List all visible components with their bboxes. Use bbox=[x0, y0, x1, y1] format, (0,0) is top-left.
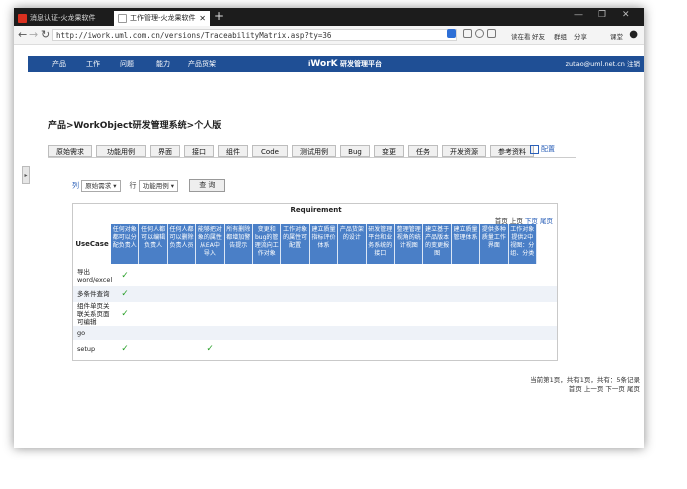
requirement-column-header[interactable]: 提供多种质量工作界面 bbox=[480, 224, 509, 264]
cloud-icon[interactable] bbox=[475, 29, 484, 38]
side-expand-handle[interactable]: ▸ bbox=[22, 166, 30, 184]
requirement-column-header[interactable]: 工作对象的属性可配置 bbox=[281, 224, 310, 264]
usecase-label[interactable]: 多条件查询 bbox=[77, 290, 113, 298]
column-select[interactable]: 原始需求 ▾ bbox=[81, 179, 121, 192]
trace-check-icon[interactable]: ✓ bbox=[121, 309, 129, 319]
toolbar-link[interactable]: 课堂 bbox=[610, 31, 623, 41]
close-tab-icon[interactable]: ✕ bbox=[199, 11, 206, 26]
object-tabs: 原始需求 功能用例 界面 接口 组件 Code 测试用例 Bug 变更 任务 开… bbox=[48, 145, 576, 158]
toolbar-link[interactable]: 读在看 bbox=[511, 31, 531, 41]
new-tab-icon[interactable]: + bbox=[214, 9, 224, 23]
menu-item[interactable]: 工作 bbox=[86, 56, 100, 72]
trace-check-icon[interactable]: ✓ bbox=[121, 289, 129, 299]
table-row: go bbox=[73, 326, 557, 340]
row-label: 行 bbox=[129, 181, 137, 190]
close-window-icon[interactable]: ✕ bbox=[622, 10, 630, 20]
edit-icon bbox=[530, 144, 539, 154]
tab-object-type[interactable]: 界面 bbox=[150, 145, 180, 157]
requirement-column-header[interactable]: 建立质量指标评价体系 bbox=[309, 224, 339, 264]
tab-title: 工作管理-火龙果软件 bbox=[130, 14, 196, 22]
usecase-label[interactable]: 组件单页关联关系页面可编辑 bbox=[77, 302, 113, 326]
back-icon[interactable]: ← bbox=[18, 28, 27, 41]
matrix-title: Requirement bbox=[290, 206, 342, 214]
tab-strip: 消息认证-火龙果软件 工作管理-火龙果软件 ✕ + — ❐ ✕ bbox=[14, 8, 644, 26]
config-link[interactable]: 配置 bbox=[530, 144, 555, 154]
download-icon[interactable] bbox=[487, 29, 496, 38]
trace-check-icon[interactable]: ✓ bbox=[121, 271, 129, 281]
filter-row: 列 原始需求 ▾ 行 功能用例 ▾ 查 询 bbox=[72, 179, 226, 192]
requirement-column-header[interactable]: 任何人都可以删除负责人员 bbox=[167, 224, 197, 264]
requirement-column-header[interactable]: 研发管理平台和业务系统的接口 bbox=[366, 224, 395, 264]
traceability-matrix: Requirement 首页 上页 下页 尾页 UseCase 任何对象都可以分… bbox=[72, 203, 558, 361]
tab-object-type[interactable]: 原始需求 bbox=[48, 145, 92, 157]
brand-suffix: 研发管理平台 bbox=[340, 60, 383, 68]
requirement-column-header[interactable]: 建立质量管理体系 bbox=[451, 224, 481, 264]
tab-object-type[interactable]: 任务 bbox=[408, 145, 438, 157]
pin-icon[interactable] bbox=[463, 29, 472, 38]
forward-icon[interactable]: → bbox=[29, 28, 38, 41]
toolbar-link[interactable]: 分享 bbox=[574, 31, 587, 41]
usecase-label[interactable]: setup bbox=[77, 345, 113, 353]
menu-item[interactable]: 产品货架 bbox=[188, 56, 216, 72]
requirement-column-header[interactable]: 产品货架的设计 bbox=[338, 224, 367, 264]
pager-last[interactable]: 尾页 bbox=[540, 217, 553, 225]
usecase-header: UseCase bbox=[75, 240, 109, 248]
table-row: 组件单页关联关系页面可编辑 ✓ bbox=[73, 302, 557, 326]
record-summary: 当前第1页，共有1页，共有：5条记录 bbox=[530, 376, 640, 384]
menu-item[interactable]: 产品 bbox=[52, 56, 66, 72]
requirement-column-header[interactable]: 任何对象都可以分配负责人 bbox=[111, 224, 140, 264]
restore-icon[interactable]: ❐ bbox=[598, 10, 606, 20]
toolbar-link[interactable]: 好友 bbox=[532, 31, 545, 41]
tab-object-type[interactable]: 变更 bbox=[374, 145, 404, 157]
tab-object-type[interactable]: Code bbox=[252, 145, 288, 157]
menu-item[interactable]: 能力 bbox=[156, 56, 170, 72]
tab-object-type[interactable]: 开发资源 bbox=[442, 145, 486, 157]
user-icon[interactable]: ● bbox=[629, 29, 638, 40]
requirement-column-header[interactable]: 建立基于产品版本的变更报图 bbox=[423, 224, 452, 264]
tab-title: 消息认证-火龙果软件 bbox=[30, 14, 96, 22]
reload-icon[interactable]: ↻ bbox=[41, 28, 50, 41]
browser-window: 消息认证-火龙果软件 工作管理-火龙果软件 ✕ + — ❐ ✕ ← → ↻ ht… bbox=[14, 8, 644, 448]
row-select[interactable]: 功能用例 ▾ bbox=[138, 179, 179, 192]
minimize-icon[interactable]: — bbox=[574, 10, 583, 20]
brand-mark: WorK bbox=[310, 59, 338, 69]
requirement-column-header[interactable]: 任何人都可以编辑负责人 bbox=[139, 224, 168, 264]
url-input[interactable]: http://iwork.uml.com.cn/versions/Traceab… bbox=[52, 29, 457, 41]
requirement-column-header[interactable]: 能够把对象的属性从EA中导入 bbox=[196, 224, 225, 264]
usecase-label[interactable]: 导出word/excel bbox=[77, 268, 113, 284]
site-favicon-icon bbox=[18, 14, 27, 23]
requirement-column-header[interactable]: 变更和bug的管理流向工作对象 bbox=[253, 224, 282, 264]
breadcrumb: 产品>WorkObject研发管理系统>个人版 bbox=[48, 121, 222, 131]
page-links[interactable]: 首页 上一页 下一页 尾页 bbox=[530, 385, 640, 394]
tab-object-type[interactable]: 功能用例 bbox=[96, 145, 146, 157]
tab-object-type[interactable]: Bug bbox=[340, 145, 370, 157]
column-label: 列 bbox=[72, 181, 79, 190]
table-row: 导出word/excel ✓ bbox=[73, 266, 557, 286]
table-row: setup ✓ ✓ bbox=[73, 340, 557, 358]
config-label: 配置 bbox=[541, 145, 555, 153]
requirement-column-header[interactable]: 整理管理视角的统计视图 bbox=[395, 224, 424, 264]
menu-item[interactable]: 问题 bbox=[120, 56, 134, 72]
requirement-column-header[interactable]: 所有删除都增加警告提示 bbox=[224, 224, 253, 264]
trace-check-icon[interactable]: ✓ bbox=[206, 344, 214, 354]
trace-check-icon[interactable]: ✓ bbox=[121, 344, 129, 354]
site-favicon-icon bbox=[118, 14, 127, 23]
security-icon[interactable] bbox=[447, 29, 456, 38]
app-header: 产品 工作 问题 能力 产品货架 iWorK 研发管理平台 zutao@uml.… bbox=[28, 56, 644, 72]
table-row: 多条件查询 ✓ bbox=[73, 286, 557, 302]
brand-logo: iWorK 研发管理平台 bbox=[308, 56, 382, 72]
browser-tab-1[interactable]: 消息认证-火龙果软件 bbox=[14, 11, 114, 26]
tab-object-type[interactable]: 参考资料 bbox=[490, 145, 534, 157]
toolbar-link[interactable]: 群组 bbox=[554, 31, 567, 41]
bottom-pager: 当前第1页，共有1页，共有：5条记录 首页 上一页 下一页 尾页 bbox=[530, 376, 640, 394]
account-info[interactable]: zutao@uml.net.cn 注销 bbox=[566, 56, 640, 72]
address-bar: ← → ↻ http://iwork.uml.com.cn/versions/T… bbox=[14, 26, 644, 45]
tab-object-type[interactable]: 接口 bbox=[184, 145, 214, 157]
query-button[interactable]: 查 询 bbox=[189, 179, 226, 192]
tab-object-type[interactable]: 测试用例 bbox=[292, 145, 336, 157]
tab-object-type[interactable]: 组件 bbox=[218, 145, 248, 157]
usecase-label[interactable]: go bbox=[77, 329, 113, 337]
browser-tab-2[interactable]: 工作管理-火龙果软件 ✕ bbox=[114, 11, 210, 26]
requirement-column-header[interactable]: 工作对象提供2中视图：分组、分类 bbox=[508, 224, 537, 264]
